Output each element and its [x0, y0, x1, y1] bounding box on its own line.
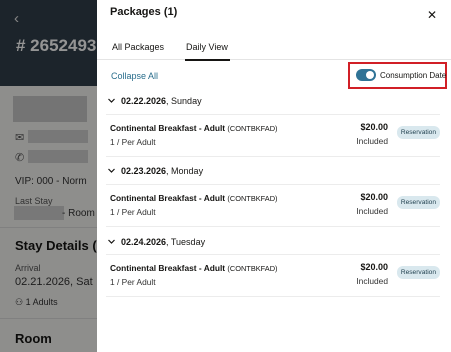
package-status: Included — [356, 206, 388, 216]
date-label: 02.24.2026, Tuesday — [121, 237, 205, 247]
date-value: 02.22.2026 — [121, 96, 167, 106]
reservation-badge: Reservation — [396, 126, 440, 139]
date-group-header[interactable]: 02.24.2026, Tuesday — [97, 236, 451, 252]
package-row: Continental Breakfast - Adult (CONTBKFAD… — [106, 184, 440, 227]
package-title: Continental Breakfast - Adult — [110, 193, 226, 203]
date-value: 02.24.2026 — [121, 237, 167, 247]
consumption-date-toggle[interactable] — [356, 69, 376, 81]
package-code: (CONTBKFAD) — [227, 194, 278, 203]
package-name: Continental Breakfast - Adult (CONTBKFAD… — [110, 123, 278, 133]
package-price: $20.00 — [360, 262, 388, 272]
package-name: Continental Breakfast - Adult (CONTBKFAD… — [110, 263, 278, 273]
consumption-date-label: Consumption Date — [380, 71, 447, 80]
package-row: Continental Breakfast - Adult (CONTBKFAD… — [106, 254, 440, 297]
chevron-down-icon — [108, 98, 115, 103]
toggle-knob — [366, 71, 374, 79]
package-price: $20.00 — [360, 192, 388, 202]
package-title: Continental Breakfast - Adult — [110, 263, 226, 273]
panel-title: Packages (1) — [110, 6, 178, 18]
reservation-badge: Reservation — [396, 196, 440, 209]
package-status: Included — [356, 136, 388, 146]
package-code: (CONTBKFAD) — [227, 124, 278, 133]
date-value: 02.23.2026 — [121, 166, 167, 176]
package-name: Continental Breakfast - Adult (CONTBKFAD… — [110, 193, 278, 203]
date-group-header[interactable]: 02.23.2026, Monday — [97, 165, 451, 181]
weekday: , Monday — [166, 166, 204, 176]
close-icon[interactable]: ✕ — [425, 8, 439, 22]
chevron-down-icon — [108, 168, 115, 173]
package-status: Included — [356, 276, 388, 286]
package-quantity: 1 / Per Adult — [110, 137, 156, 147]
packages-panel: Packages (1) ✕ All Packages Daily View C… — [97, 0, 451, 352]
package-code: (CONTBKFAD) — [227, 264, 278, 273]
date-label: 02.22.2026, Sunday — [121, 96, 202, 106]
package-quantity: 1 / Per Adult — [110, 277, 156, 287]
reservation-badge: Reservation — [396, 266, 440, 279]
date-group-header[interactable]: 02.22.2026, Sunday — [97, 95, 451, 111]
package-price: $20.00 — [360, 122, 388, 132]
package-title: Continental Breakfast - Adult — [110, 123, 226, 133]
date-label: 02.23.2026, Monday — [121, 166, 203, 176]
collapse-all-link[interactable]: Collapse All — [111, 71, 158, 81]
package-quantity: 1 / Per Adult — [110, 207, 156, 217]
weekday: , Tuesday — [166, 237, 206, 247]
tab-daily-view[interactable]: Daily View — [185, 42, 230, 61]
package-tabs: All Packages Daily View — [97, 38, 451, 61]
weekday: , Sunday — [166, 96, 202, 106]
tab-all-packages[interactable]: All Packages — [112, 42, 164, 59]
package-row: Continental Breakfast - Adult (CONTBKFAD… — [106, 114, 440, 157]
chevron-down-icon — [108, 239, 115, 244]
